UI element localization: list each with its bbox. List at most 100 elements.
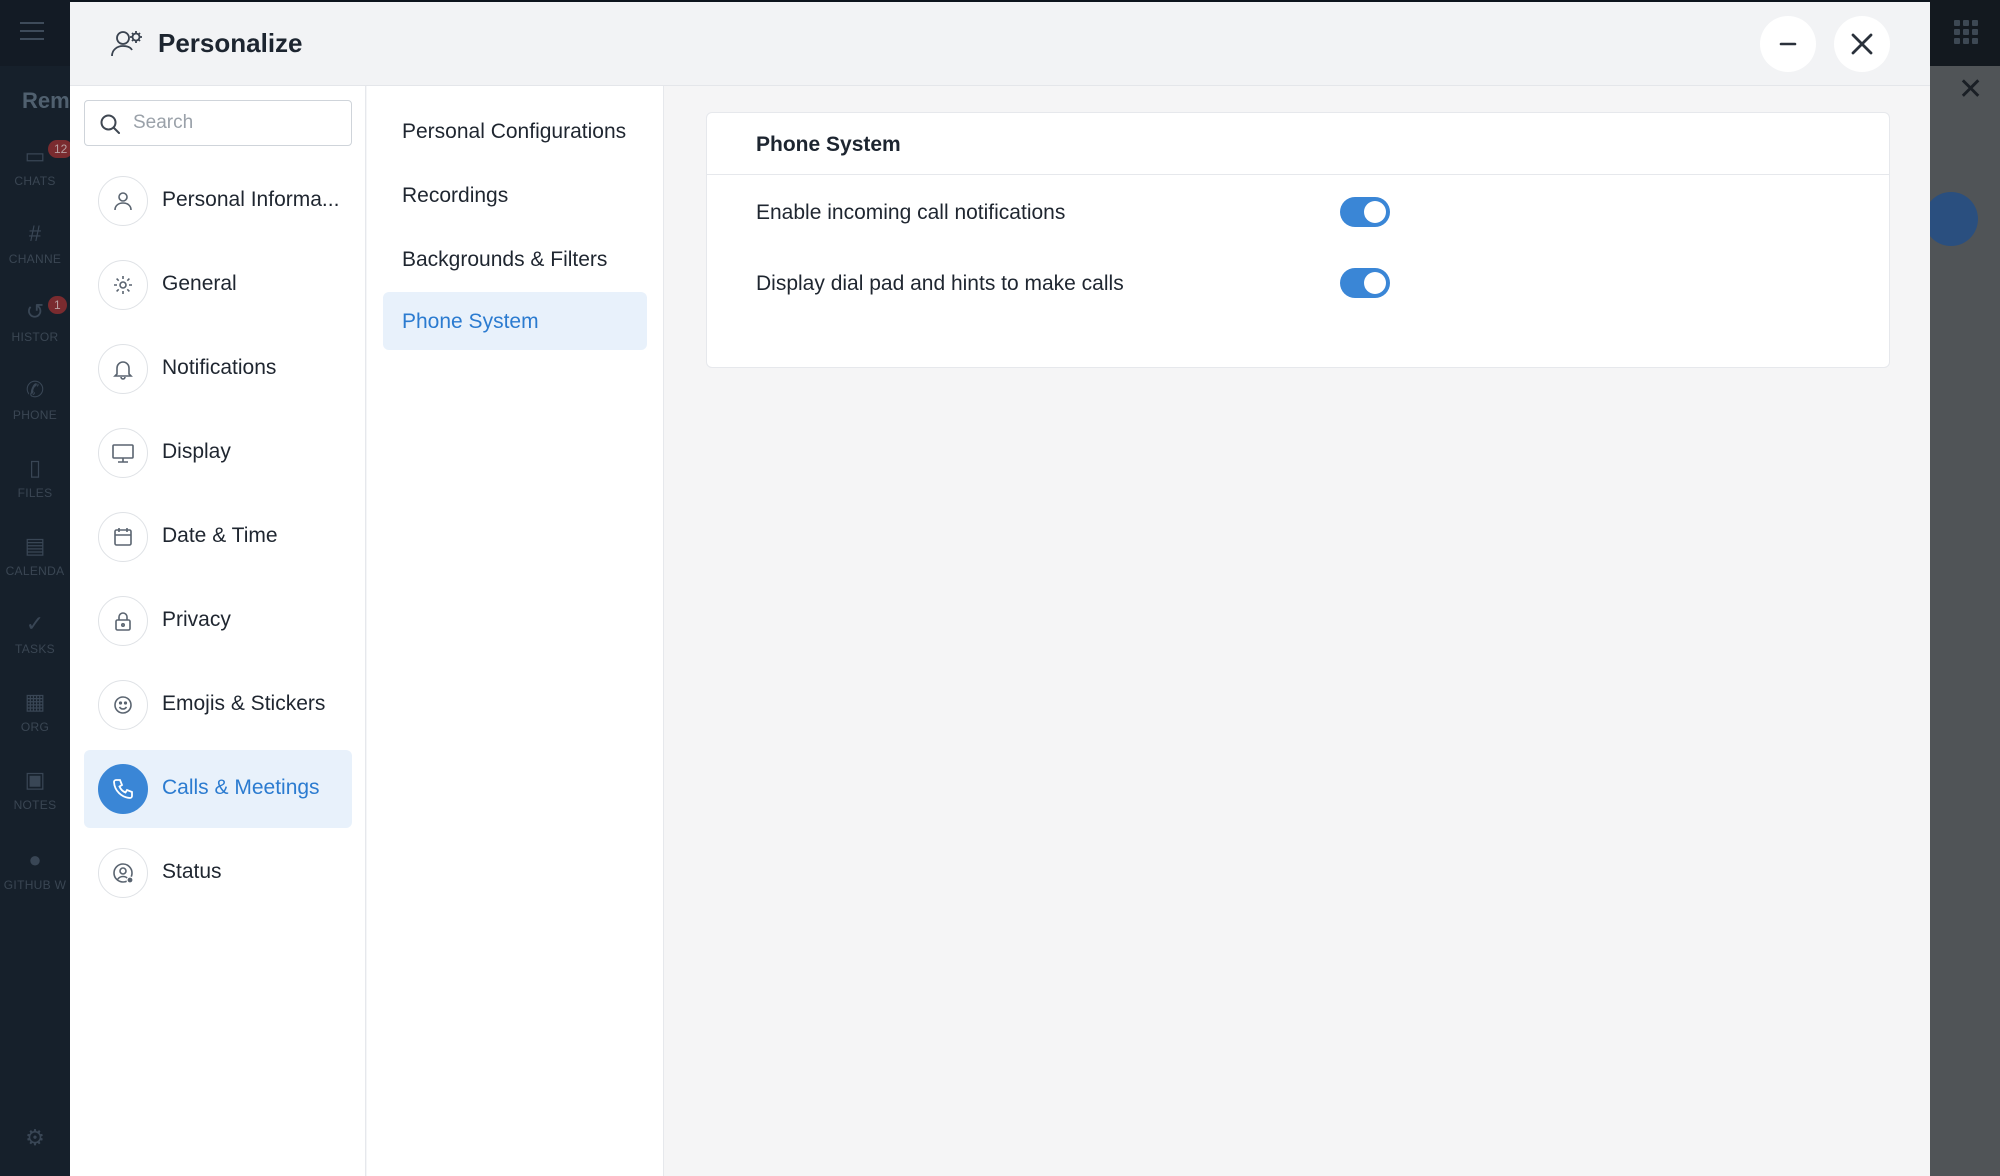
gear-icon (114, 276, 132, 294)
icon-circle (98, 764, 148, 814)
close-button[interactable] (1834, 16, 1890, 72)
icon-circle (98, 848, 148, 898)
top-bar (1930, 0, 2000, 66)
rail-settings[interactable]: ⚙ (0, 1116, 70, 1176)
rail-item-calendar[interactable]: ▤ CALENDA (0, 524, 70, 594)
rail-label: CALENDA (5, 564, 65, 578)
rail-item-notes[interactable]: ▣ NOTES (0, 758, 70, 828)
modal-title: Personalize (158, 28, 303, 58)
sidebar-item-status[interactable]: Status (84, 834, 352, 912)
sidebar-item-date-time[interactable]: Date & Time (84, 498, 352, 576)
category-sidebar: Personal Informa... General Notification… (70, 86, 366, 1176)
org-icon: ▦ (24, 689, 46, 714)
subitem-label: Phone System (402, 310, 539, 333)
rail-item-chats[interactable]: ▭ CHATS 12 (0, 134, 74, 204)
incoming-call-notifications-toggle[interactable] (1340, 197, 1390, 227)
menu-icon[interactable] (20, 22, 44, 40)
sidebar-item-general[interactable]: General (84, 246, 352, 324)
settings-content: Phone System Enable incoming call notifi… (664, 86, 1930, 1176)
sidebar-item-label: Notifications (162, 356, 277, 379)
phone-icon (113, 779, 133, 799)
rail-label: HISTOR (11, 330, 59, 344)
rail-label: GITHUB W (3, 878, 67, 892)
user-status-icon (113, 863, 134, 884)
rail-label: NOTES (13, 798, 57, 812)
sidebar-item-emojis-stickers[interactable]: Emojis & Stickers (84, 666, 352, 744)
sidebar-item-notifications[interactable]: Notifications (84, 330, 352, 408)
toggle-knob (1364, 201, 1386, 223)
setting-label: Display dial pad and hints to make calls (756, 272, 1124, 295)
rail-item-phone[interactable]: ✆ PHONE (0, 368, 70, 438)
subitem-phone-system[interactable]: Phone System (383, 292, 647, 350)
file-icon: ▯ (28, 455, 42, 480)
icon-circle (98, 512, 148, 562)
icon-circle (98, 344, 148, 394)
phone-icon: ✆ (25, 377, 45, 402)
github-icon: ● (28, 847, 42, 872)
apps-grid-icon[interactable] (1954, 20, 1978, 44)
sidebar-item-label: Personal Informa... (162, 188, 340, 211)
app-rail: Rem ▭ CHATS 12 # CHANNE ↺ HISTOR 1 ✆ PHO… (0, 0, 74, 1176)
rail-label: CHATS (14, 174, 56, 188)
rail-label: ORG (20, 720, 50, 734)
smiley-icon (114, 696, 132, 714)
subitem-label: Personal Configurations (402, 120, 627, 143)
sidebar-item-privacy[interactable]: Privacy (84, 582, 352, 660)
icon-circle (98, 260, 148, 310)
subitem-label: Backgrounds & Filters (402, 248, 608, 271)
users-gear-icon (111, 31, 142, 57)
bell-icon (113, 361, 133, 380)
sidebar-item-label: Status (162, 860, 222, 883)
rail-item-history[interactable]: ↺ HISTOR 1 (0, 290, 70, 360)
hash-icon: # (28, 221, 42, 246)
rail-item-channels[interactable]: # CHANNE (0, 212, 70, 282)
rail-item-tasks[interactable]: ✓ TASKS (0, 602, 70, 672)
lock-icon (115, 612, 131, 631)
sidebar-item-label: General (162, 272, 237, 295)
calendar-icon (114, 528, 132, 546)
avatar (1924, 192, 1978, 246)
sidebar-item-label: Display (162, 440, 231, 463)
check-icon: ✓ (25, 611, 45, 636)
icon-circle (98, 680, 148, 730)
rail-item-org[interactable]: ▦ ORG (0, 680, 70, 750)
calendar-icon: ▤ (24, 533, 46, 558)
rail-label: TASKS (15, 642, 55, 656)
rail-item-github[interactable]: ● GITHUB W (0, 838, 70, 908)
rail-top (0, 0, 70, 66)
subitem-personal-configurations[interactable]: Personal Configurations (383, 102, 647, 160)
subitem-recordings[interactable]: Recordings (383, 166, 647, 224)
sidebar-item-display[interactable]: Display (84, 414, 352, 492)
rail-label: PHONE (12, 408, 58, 422)
setting-row-incoming-call-notifications: Enable incoming call notifications (756, 193, 1856, 233)
minus-icon (1779, 42, 1797, 46)
rail-label: FILES (17, 486, 53, 500)
background-right-panel: ✕ (1924, 0, 2000, 1176)
subcategory-list: Personal Configurations Recordings Backg… (367, 86, 664, 1176)
workspace-title: Rem (22, 88, 70, 113)
card-header: Phone System (707, 113, 1889, 175)
icon-circle (98, 428, 148, 478)
search-input[interactable] (133, 101, 343, 145)
card-title: Phone System (756, 133, 901, 156)
phone-system-card: Phone System Enable incoming call notifi… (706, 112, 1890, 368)
setting-row-dial-pad-hints: Display dial pad and hints to make calls (756, 264, 1856, 304)
chat-icon: ▭ (24, 143, 46, 168)
rail-item-files[interactable]: ▯ FILES (0, 446, 70, 516)
rail-label: CHANNE (8, 252, 62, 266)
dial-pad-hints-toggle[interactable] (1340, 268, 1390, 298)
sidebar-item-personal-information[interactable]: Personal Informa... (84, 162, 352, 240)
sidebar-item-label: Date & Time (162, 524, 278, 547)
setting-label: Enable incoming call notifications (756, 201, 1066, 224)
subitem-backgrounds-filters[interactable]: Backgrounds & Filters (383, 230, 647, 288)
close-icon[interactable]: ✕ (1958, 72, 1983, 107)
minimize-button[interactable] (1760, 16, 1816, 72)
sidebar-item-label: Emojis & Stickers (162, 692, 326, 715)
history-badge: 1 (48, 296, 67, 314)
icon-circle (98, 176, 148, 226)
gear-icon: ⚙ (25, 1125, 45, 1150)
search-box (84, 100, 352, 146)
sidebar-item-calls-meetings[interactable]: Calls & Meetings (84, 750, 352, 828)
toggle-knob (1364, 272, 1386, 294)
personalize-modal: Personalize Personal Informa... General (70, 2, 1930, 1176)
